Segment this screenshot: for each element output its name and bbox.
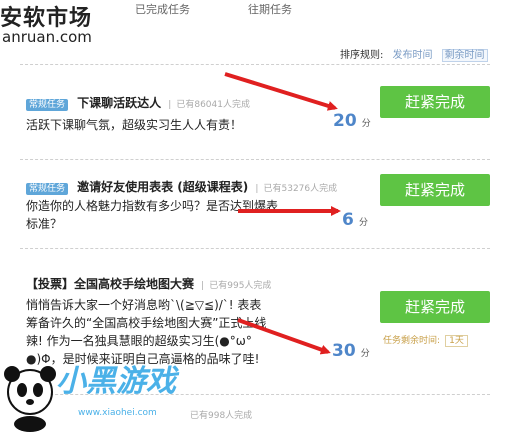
logo-text: 小黑游戏: [56, 364, 176, 399]
arrow-to-points: [224, 72, 338, 111]
logo-url: www.xiaohei.com: [78, 408, 157, 418]
arrow-to-points: [237, 318, 331, 355]
bottom-logo: 小黑游戏 www.xiaohei.com: [0, 352, 200, 432]
panda-icon: [4, 366, 56, 432]
